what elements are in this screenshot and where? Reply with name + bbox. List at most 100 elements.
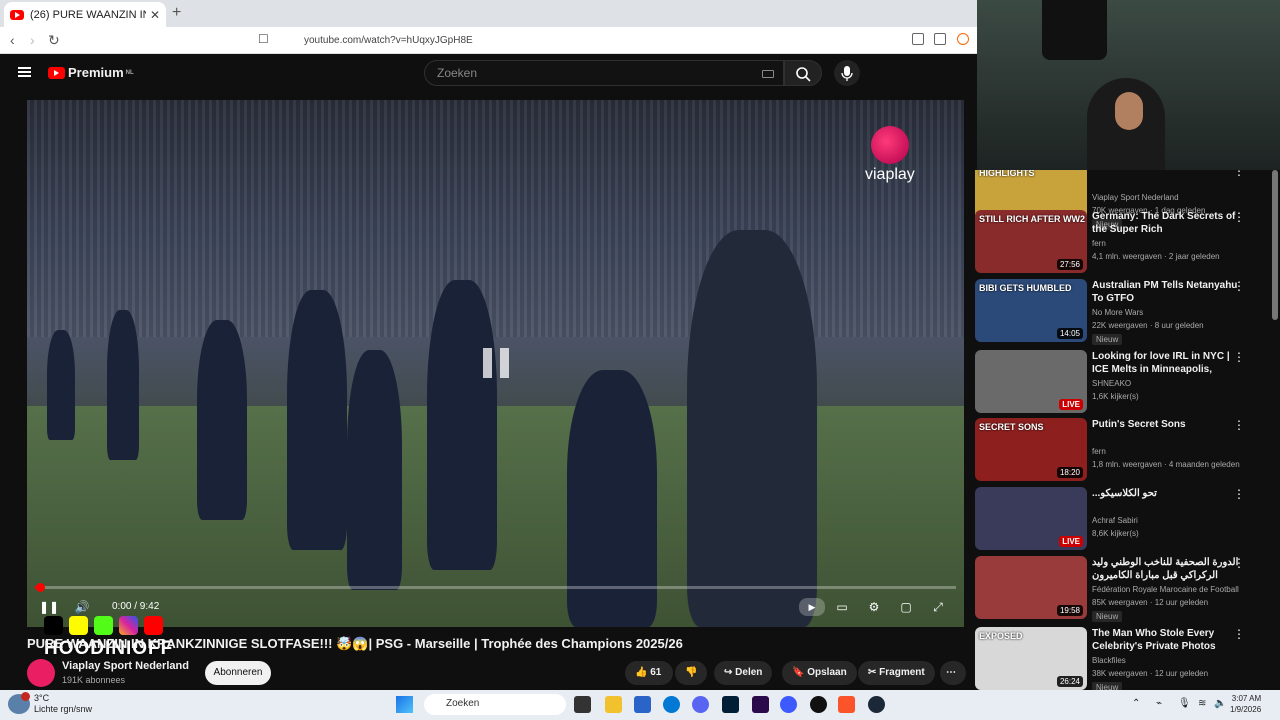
subscribe-button[interactable]: Abonneren xyxy=(205,661,271,685)
volume-icon[interactable]: 🔊 xyxy=(73,598,91,616)
related-video-item[interactable]: BIBI GETS HUMBLED 14:05 Australian PM Tell… xyxy=(975,279,1273,345)
new-tab-button[interactable]: + xyxy=(172,4,181,22)
related-video-meta: 1,6K kijker(s) xyxy=(1092,392,1139,401)
progress-scrubber[interactable] xyxy=(35,583,45,592)
youtube-logo[interactable]: Premium NL xyxy=(48,65,134,80)
network-icon[interactable]: ⌁ xyxy=(1156,698,1162,709)
discord-icon[interactable] xyxy=(692,696,709,713)
close-tab-icon[interactable]: ✕ xyxy=(150,8,160,22)
pause-button[interactable]: ❚❚ xyxy=(39,598,59,616)
fullscreen-icon[interactable]: ⤢ xyxy=(929,598,947,616)
save-button[interactable]: 🔖 Opslaan xyxy=(782,661,857,685)
more-options-icon[interactable]: ⋮ xyxy=(1233,170,1245,178)
video-thumbnail[interactable]: 19:58 xyxy=(975,556,1087,619)
more-options-icon[interactable]: ⋮ xyxy=(1233,627,1245,641)
related-video-title[interactable]: الدورة الصحفية للناخب الوطني وليد الركرا… xyxy=(1092,556,1242,582)
reload-icon[interactable]: ↻ xyxy=(48,32,60,49)
weather-desc: Lichte rgn/snw xyxy=(34,704,93,714)
video-player[interactable]: viaplay ❚❚ 🔊 0:00 / 9:42 ▶ ▭ ⚙ ▢ ⤢ xyxy=(27,100,964,627)
settings-gear-icon[interactable]: ⚙ xyxy=(865,598,883,616)
related-video-item[interactable]: LIVE ...تحو الكلاسيكو Achraf Sabiri 8,6K ki… xyxy=(975,487,1273,553)
back-icon[interactable]: ‹ xyxy=(10,32,15,48)
dislike-button[interactable]: 👎 xyxy=(675,661,707,685)
taskbar-search[interactable]: Zoeken xyxy=(424,694,566,715)
channel-avatar[interactable] xyxy=(27,659,55,687)
related-video-channel[interactable]: fern xyxy=(1092,447,1250,456)
related-video-title[interactable]: Germany: The Dark Secrets of the Super R… xyxy=(1092,210,1242,236)
tray-chevron-icon[interactable]: ⌃ xyxy=(1132,698,1140,709)
store-icon[interactable] xyxy=(634,696,651,713)
voice-search-button[interactable] xyxy=(834,60,860,86)
video-thumbnail[interactable]: LIVE xyxy=(975,487,1087,550)
channel-name[interactable]: Viaplay Sport Nederland xyxy=(62,660,189,672)
related-video-channel[interactable]: No More Wars xyxy=(1092,308,1250,317)
more-actions-button[interactable]: ⋯ xyxy=(940,661,966,685)
bookmark-icon[interactable]: ☐ xyxy=(258,32,269,46)
related-video-channel[interactable]: Achraf Sabiri xyxy=(1092,516,1250,525)
search-button[interactable] xyxy=(784,60,822,86)
steam-icon[interactable] xyxy=(868,696,885,713)
related-video-title[interactable]: ...تحو الكلاسيكو xyxy=(1092,487,1242,500)
more-options-icon[interactable]: ⋮ xyxy=(1233,210,1245,224)
video-thumbnail[interactable]: BIBI GETS HUMBLED 14:05 xyxy=(975,279,1087,342)
related-video-title[interactable]: The Man Who Stole Every Celebrity's Priv… xyxy=(1092,627,1242,653)
task-view-icon[interactable] xyxy=(574,696,591,713)
windows-start-icon[interactable] xyxy=(396,696,413,713)
related-video-item[interactable]: LIVE Looking for love IRL in NYC | ICE Me… xyxy=(975,350,1273,416)
video-thumbnail[interactable]: LIVE xyxy=(975,350,1087,413)
browser-tab[interactable]: (26) PURE WAANZIN IN KRAI ✕ xyxy=(4,2,166,27)
system-clock[interactable]: 3:07 AM 1/9/2026 xyxy=(1230,693,1261,715)
related-video-item[interactable]: 19:58 الدورة الصحفية للناخب الوطني وليد ا… xyxy=(975,556,1273,622)
related-video-title[interactable]: Putin's Secret Sons xyxy=(1092,418,1242,431)
edge-icon[interactable] xyxy=(663,696,680,713)
related-video-title[interactable]: Looking for love IRL in NYC | ICE Melts … xyxy=(1092,350,1242,377)
related-video-title[interactable]: Australian PM Tells Netanyahu To GTFO xyxy=(1092,279,1242,305)
menu-icon[interactable] xyxy=(18,67,31,77)
brave-icon[interactable] xyxy=(838,696,855,713)
file-explorer-icon[interactable] xyxy=(605,696,622,713)
weather-widget[interactable]: 3°C Lichte rgn/snw xyxy=(34,693,92,715)
video-thumbnail[interactable]: EXPOSED 26:24 xyxy=(975,627,1087,690)
video-thumbnail[interactable]: STILL RICH AFTER WW2 27:56 xyxy=(975,210,1087,273)
wifi-icon[interactable]: ≋ xyxy=(1198,698,1206,709)
related-video-item[interactable]: STILL RICH AFTER WW2 27:56 Germany: The Da… xyxy=(975,210,1273,276)
brave-shield-icon[interactable] xyxy=(957,33,969,45)
more-options-icon[interactable]: ⋮ xyxy=(1233,487,1245,501)
premiere-icon[interactable] xyxy=(752,696,769,713)
subtitles-icon[interactable]: ▭ xyxy=(833,598,851,616)
app-icon[interactable] xyxy=(780,696,797,713)
scrollbar[interactable] xyxy=(1272,170,1278,320)
search-input[interactable]: Zoeken xyxy=(424,60,784,86)
video-thumbnail[interactable]: SECRET SONS 18:20 xyxy=(975,418,1087,481)
share-icon[interactable] xyxy=(934,33,946,45)
autoplay-toggle[interactable]: ▶ xyxy=(799,598,825,616)
cast-icon[interactable] xyxy=(912,33,924,45)
related-video-item[interactable]: SECRET SONS 18:20 Putin's Secret Sons fern 1… xyxy=(975,418,1273,484)
related-video-item[interactable]: EXPOSED 26:24 The Man Who Stole Every Cele… xyxy=(975,627,1273,690)
webcam-overlay xyxy=(977,0,1280,170)
obs-icon[interactable] xyxy=(810,696,827,713)
more-options-icon[interactable]: ⋮ xyxy=(1233,350,1245,364)
share-button[interactable]: ↪ Delen xyxy=(714,661,773,685)
clip-button[interactable]: ✂ Fragment xyxy=(858,661,935,685)
related-video-meta: 4,1 mln. weergaven · 2 jaar geleden xyxy=(1092,252,1220,261)
new-badge: Nieuw xyxy=(1092,334,1123,345)
keyboard-icon[interactable] xyxy=(762,70,774,78)
progress-bar[interactable] xyxy=(35,583,956,592)
forward-icon[interactable]: › xyxy=(30,32,35,48)
related-video-channel[interactable]: Fédération Royale Marocaine de Football xyxy=(1092,585,1250,594)
url-field[interactable]: youtube.com/watch?v=hUqxyJGpH8E xyxy=(280,30,900,51)
more-options-icon[interactable]: ⋮ xyxy=(1233,556,1245,570)
mic-tray-icon[interactable]: 🎙 xyxy=(1178,698,1191,709)
related-video-channel[interactable]: SHNEAKO xyxy=(1092,379,1250,388)
more-options-icon[interactable]: ⋮ xyxy=(1233,418,1245,432)
related-video-channel[interactable]: Viaplay Sport Nederland xyxy=(1092,193,1250,202)
more-options-icon[interactable]: ⋮ xyxy=(1233,279,1245,293)
related-video-channel[interactable]: Blackfiles xyxy=(1092,656,1250,665)
photoshop-icon[interactable] xyxy=(722,696,739,713)
search-icon xyxy=(796,67,811,82)
volume-tray-icon[interactable]: 🔈 xyxy=(1214,698,1226,709)
theater-mode-icon[interactable]: ▢ xyxy=(897,598,915,616)
related-video-channel[interactable]: fern xyxy=(1092,239,1250,248)
like-button[interactable]: 👍 61 xyxy=(625,661,673,685)
